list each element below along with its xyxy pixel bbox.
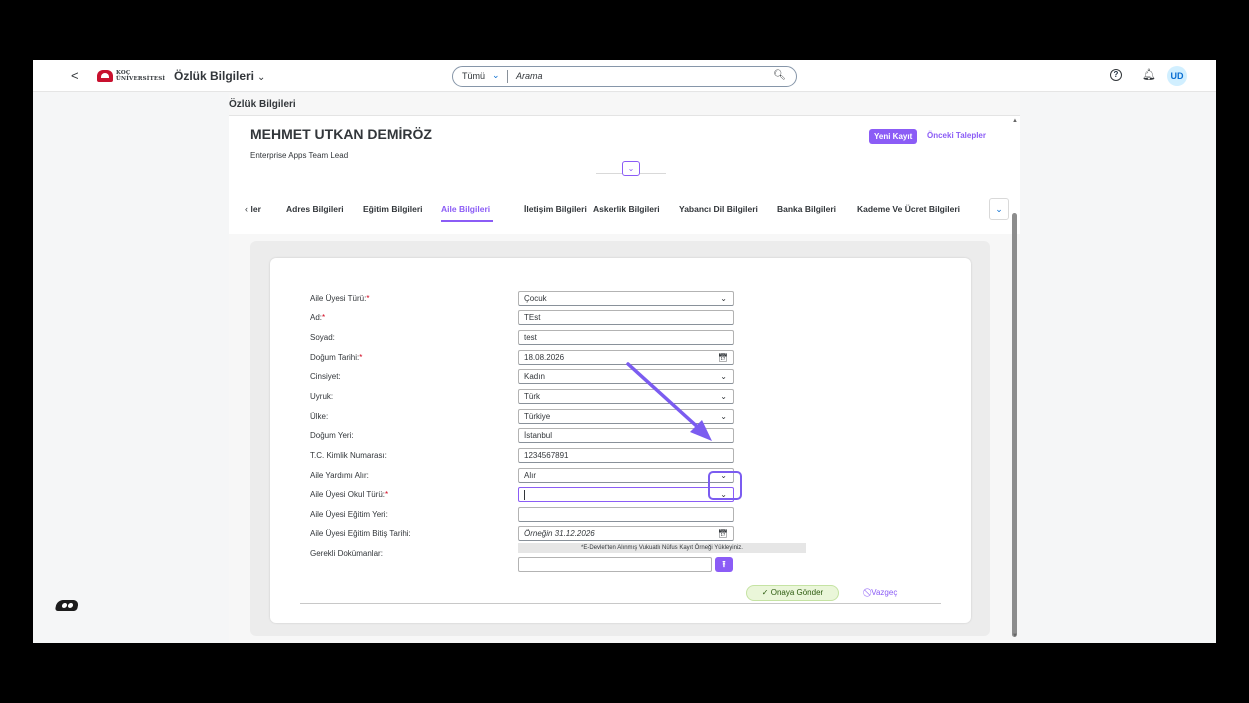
label-aile-uyesi-turu: Aile Üyesi Türü:* xyxy=(310,294,370,303)
search-scope-select[interactable]: Tümü xyxy=(462,71,485,81)
bell-icon[interactable]: 🔔︎ xyxy=(1142,68,1156,81)
uyruk-select[interactable]: Türk ⌄ xyxy=(518,389,734,404)
previous-requests-button[interactable]: Önceki Talepler xyxy=(927,131,986,140)
label-uyruk: Uyruk: xyxy=(310,392,334,401)
highlight-box xyxy=(708,471,742,500)
app-title: Özlük Bilgileri xyxy=(174,69,255,83)
tab-askerlik[interactable]: Askerlik Bilgileri xyxy=(593,204,660,214)
dogum-yeri-input[interactable]: İstanbul xyxy=(518,428,734,443)
help-icon[interactable]: ? xyxy=(1110,69,1122,81)
search-bar[interactable]: Tümü ⌄ Arama 🔍︎ xyxy=(452,66,797,87)
avatar[interactable]: UD xyxy=(1167,66,1187,86)
aile-uyesi-turu-select[interactable]: Çocuk ⌄ xyxy=(518,291,734,306)
main-content: Özlük Bilgileri MEHMET UTKAN DEMİRÖZ Ent… xyxy=(229,93,1020,643)
label-ad: Ad:* xyxy=(310,313,326,322)
shellbar: < KOÇ ÜNİVERSİTESİ Özlük Bilgileri ⌄ Tümü… xyxy=(33,60,1216,92)
label-soyad: Soyad: xyxy=(310,333,335,342)
person-name: MEHMET UTKAN DEMİRÖZ xyxy=(250,126,432,142)
egitim-bitis-input[interactable]: Örneğin 31.12.2026 📅︎ xyxy=(518,526,734,541)
chevron-down-icon: ⌄ xyxy=(720,392,727,401)
label-egitim-bitis: Aile Üyesi Eğitim Bitiş Tarihi: xyxy=(310,529,411,538)
tab-kademe[interactable]: Kademe Ve Ücret Bilgileri xyxy=(857,204,960,214)
person-role: Enterprise Apps Team Lead xyxy=(250,151,349,160)
tab-scroll-left-icon[interactable]: ‹ ler xyxy=(245,204,261,214)
scroll-up-icon[interactable]: ▲ xyxy=(1012,118,1018,124)
scrollbar[interactable] xyxy=(1012,213,1017,637)
tab-banka[interactable]: Banka Bilgileri xyxy=(777,204,836,214)
tab-overflow-button[interactable]: ⌄ xyxy=(989,198,1009,220)
app-title-menu[interactable]: Özlük Bilgileri ⌄ xyxy=(174,69,265,83)
tab-bar: ‹ ler Adres Bilgileri Eğitim Bilgileri A… xyxy=(229,198,1020,225)
app-screen: < KOÇ ÜNİVERSİTESİ Özlük Bilgileri ⌄ Tümü… xyxy=(33,60,1216,643)
label-egitim-yeri: Aile Üyesi Eğitim Yeri: xyxy=(310,510,388,519)
label-dogum-yeri: Doğum Yeri: xyxy=(310,431,354,440)
tc-kimlik-input[interactable]: 1234567891 xyxy=(518,448,734,463)
dogum-tarihi-input[interactable]: 18.08.2026 📅︎ xyxy=(518,350,734,365)
university-logo[interactable]: KOÇ ÜNİVERSİTESİ xyxy=(97,69,165,83)
chevron-down-icon: ⌄ xyxy=(257,72,266,83)
submit-button[interactable]: ✓ Onaya Gönder xyxy=(746,585,839,601)
chevron-down-icon: ⌄ xyxy=(492,70,500,80)
upload-icon[interactable]: ⭱ xyxy=(715,557,733,572)
tab-aile[interactable]: Aile Bilgileri xyxy=(441,204,490,214)
family-form-card: Aile Üyesi Türü:* Çocuk ⌄ Ad:* TEst Soyad… xyxy=(270,258,971,623)
aile-yardimi-select[interactable]: Alır ⌄ xyxy=(518,468,734,483)
soyad-input[interactable]: test xyxy=(518,330,734,345)
back-icon[interactable]: < xyxy=(71,68,79,83)
logo-text-bottom: ÜNİVERSİTESİ xyxy=(116,76,166,82)
label-okul-turu: Aile Üyesi Okul Türü:* xyxy=(310,490,389,499)
text-caret xyxy=(524,489,525,500)
ad-input[interactable]: TEst xyxy=(518,310,734,325)
documents-notice: *E-Devlet'ten Alınmış Vukuatlı Nüfus Kay… xyxy=(518,543,806,553)
label-aile-yardimi: Aile Yardımı Alır: xyxy=(310,471,369,480)
active-tab-indicator xyxy=(441,220,493,222)
cinsiyet-select[interactable]: Kadın ⌄ xyxy=(518,369,734,384)
search-icon[interactable]: 🔍︎ xyxy=(773,70,786,81)
label-documents: Gerekli Dokümanlar: xyxy=(310,549,383,558)
form-container: Aile Üyesi Türü:* Çocuk ⌄ Ad:* TEst Soyad… xyxy=(250,241,990,636)
tab-truncated[interactable]: ler xyxy=(251,204,261,214)
label-cinsiyet: Cinsiyet: xyxy=(310,372,341,381)
side-assistant-icon[interactable] xyxy=(54,600,80,612)
calendar-icon[interactable]: 📅︎ xyxy=(718,527,728,540)
scroll-down-icon[interactable]: ▼ xyxy=(1012,633,1018,639)
okul-turu-select[interactable]: ⌄ xyxy=(518,487,734,502)
logo-mark-icon xyxy=(97,70,113,82)
search-input[interactable]: Arama xyxy=(516,71,543,81)
page-title: Özlük Bilgileri xyxy=(229,99,296,110)
form-divider xyxy=(300,603,941,604)
calendar-icon[interactable]: 📅︎ xyxy=(718,351,728,364)
collapse-header-button[interactable]: ⌄ xyxy=(622,161,640,176)
egitim-yeri-input[interactable] xyxy=(518,507,734,522)
ulke-select[interactable]: Türkiye ⌄ xyxy=(518,409,734,424)
tab-adres[interactable]: Adres Bilgileri xyxy=(286,204,344,214)
tab-egitim[interactable]: Eğitim Bilgileri xyxy=(363,204,423,214)
label-tc-kimlik: T.C. Kimlik Numarası: xyxy=(310,451,387,460)
label-dogum-tarihi: Doğum Tarihi:* xyxy=(310,353,363,362)
search-separator xyxy=(507,70,508,83)
chevron-down-icon: ⌄ xyxy=(720,412,727,421)
chevron-down-icon: ⌄ xyxy=(720,372,727,381)
object-header: MEHMET UTKAN DEMİRÖZ Enterprise Apps Tea… xyxy=(229,115,1020,234)
cancel-button[interactable]: ⃠ Vazgeç xyxy=(869,588,897,598)
document-upload-field[interactable] xyxy=(518,557,712,572)
tab-yabanci-dil[interactable]: Yabancı Dil Bilgileri xyxy=(679,204,758,214)
chevron-down-icon: ⌄ xyxy=(720,294,727,303)
label-ulke: Ülke: xyxy=(310,412,329,421)
tab-iletisim[interactable]: İletişim Bilgileri xyxy=(524,204,587,214)
new-record-button[interactable]: Yeni Kayıt xyxy=(869,129,918,144)
